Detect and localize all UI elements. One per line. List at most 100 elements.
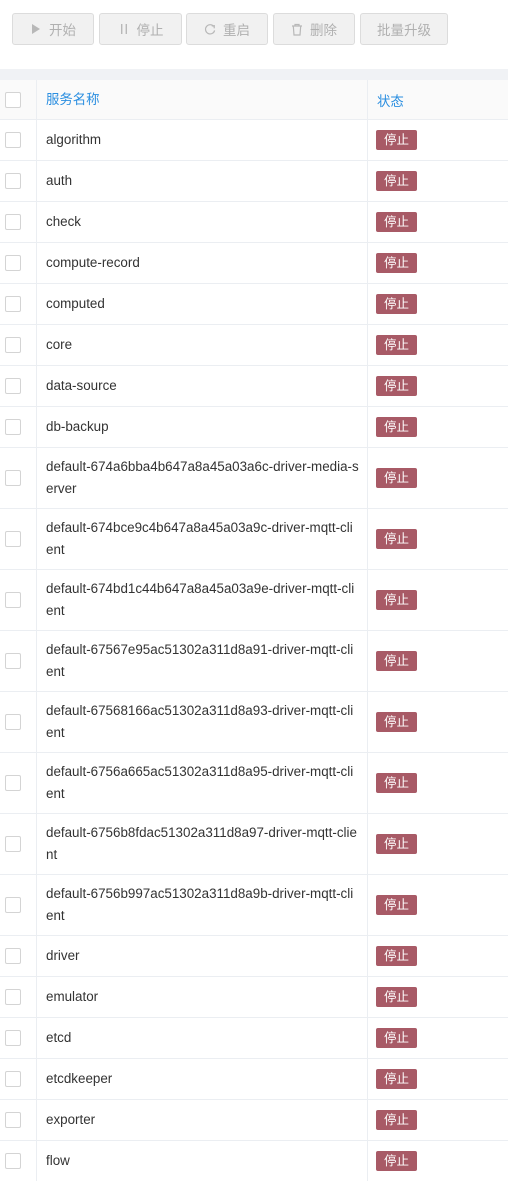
row-checkbox[interactable] xyxy=(5,948,21,964)
table-row[interactable]: default-674bce9c4b647a8a45a03a9c-driver-… xyxy=(0,509,508,570)
row-checkbox[interactable] xyxy=(5,1112,21,1128)
status-cell: 停止 xyxy=(368,161,508,201)
trash-icon xyxy=(291,23,303,36)
row-checkbox-cell xyxy=(0,448,37,508)
row-checkbox[interactable] xyxy=(5,897,21,913)
row-checkbox[interactable] xyxy=(5,470,21,486)
row-checkbox[interactable] xyxy=(5,1030,21,1046)
row-checkbox[interactable] xyxy=(5,836,21,852)
status-cell: 停止 xyxy=(368,1100,508,1140)
status-badge: 停止 xyxy=(376,834,418,854)
status-badge: 停止 xyxy=(376,1151,418,1171)
row-checkbox-cell xyxy=(0,1141,37,1181)
row-checkbox-cell xyxy=(0,284,37,324)
status-badge: 停止 xyxy=(376,1110,418,1130)
row-checkbox[interactable] xyxy=(5,592,21,608)
row-checkbox[interactable] xyxy=(5,419,21,435)
service-name: default-674bd1c44b647a8a45a03a9e-driver-… xyxy=(46,581,355,618)
table-row[interactable]: default-6756a665ac51302a311d8a95-driver-… xyxy=(0,753,508,814)
toolbar: 开始 停止 重启 删除 批量升级 xyxy=(0,0,508,60)
table-header: 服务名称 状态 xyxy=(0,80,508,120)
table-row[interactable]: check 停止 xyxy=(0,202,508,243)
table-row[interactable]: default-6756b8fdac51302a311d8a97-driver-… xyxy=(0,814,508,875)
table-row[interactable]: etcdkeeper 停止 xyxy=(0,1059,508,1100)
status-cell: 停止 xyxy=(368,325,508,365)
table-row[interactable]: etcd 停止 xyxy=(0,1018,508,1059)
row-checkbox[interactable] xyxy=(5,214,21,230)
row-checkbox-cell xyxy=(0,243,37,283)
table-row[interactable]: exporter 停止 xyxy=(0,1100,508,1141)
service-name-cell: default-674bd1c44b647a8a45a03a9e-driver-… xyxy=(37,570,368,630)
row-checkbox[interactable] xyxy=(5,531,21,547)
row-checkbox[interactable] xyxy=(5,296,21,312)
table-row[interactable]: default-674bd1c44b647a8a45a03a9e-driver-… xyxy=(0,570,508,631)
status-badge: 停止 xyxy=(376,590,418,610)
row-checkbox[interactable] xyxy=(5,1153,21,1169)
table-row[interactable]: auth 停止 xyxy=(0,161,508,202)
delete-button[interactable]: 删除 xyxy=(273,13,355,45)
column-header-status[interactable]: 状态 xyxy=(377,90,404,110)
table-row[interactable]: default-67567e95ac51302a311d8a91-driver-… xyxy=(0,631,508,692)
row-checkbox[interactable] xyxy=(5,1071,21,1087)
row-checkbox[interactable] xyxy=(5,132,21,148)
status-cell: 停止 xyxy=(368,1141,508,1181)
status-badge: 停止 xyxy=(376,773,418,793)
table-row[interactable]: core 停止 xyxy=(0,325,508,366)
row-checkbox-cell xyxy=(0,936,37,976)
status-cell: 停止 xyxy=(368,243,508,283)
row-checkbox-cell xyxy=(0,120,37,160)
row-checkbox[interactable] xyxy=(5,714,21,730)
status-badge: 停止 xyxy=(376,417,418,437)
service-name: default-6756b8fdac51302a311d8a97-driver-… xyxy=(46,825,357,862)
service-name: default-67568166ac51302a311d8a93-driver-… xyxy=(46,703,354,740)
service-name: data-source xyxy=(46,378,117,393)
row-checkbox[interactable] xyxy=(5,337,21,353)
row-checkbox-cell xyxy=(0,977,37,1017)
status-badge: 停止 xyxy=(376,130,418,150)
row-checkbox[interactable] xyxy=(5,775,21,791)
service-name-cell: emulator xyxy=(37,977,368,1017)
table-row[interactable]: emulator 停止 xyxy=(0,977,508,1018)
table-row[interactable]: algorithm 停止 xyxy=(0,120,508,161)
row-checkbox[interactable] xyxy=(5,653,21,669)
table-row[interactable]: computed 停止 xyxy=(0,284,508,325)
row-checkbox[interactable] xyxy=(5,989,21,1005)
table-row[interactable]: default-674a6bba4b647a8a45a03a6c-driver-… xyxy=(0,448,508,509)
batch-upgrade-button[interactable]: 批量升级 xyxy=(360,13,448,45)
status-badge: 停止 xyxy=(376,468,418,488)
table-row[interactable]: db-backup 停止 xyxy=(0,407,508,448)
status-cell: 停止 xyxy=(368,977,508,1017)
table-row[interactable]: flow 停止 xyxy=(0,1141,508,1181)
service-name-cell: default-67568166ac51302a311d8a93-driver-… xyxy=(37,692,368,752)
row-checkbox-cell xyxy=(0,161,37,201)
status-cell: 停止 xyxy=(368,448,508,508)
start-button-label: 开始 xyxy=(49,23,76,38)
service-name-cell: default-67567e95ac51302a311d8a91-driver-… xyxy=(37,631,368,691)
service-name: default-674a6bba4b647a8a45a03a6c-driver-… xyxy=(46,459,359,496)
row-checkbox-cell xyxy=(0,814,37,874)
header-checkbox-cell xyxy=(0,80,37,119)
select-all-checkbox[interactable] xyxy=(5,91,21,108)
status-cell: 停止 xyxy=(368,284,508,324)
restart-button[interactable]: 重启 xyxy=(186,13,268,45)
service-name: default-67567e95ac51302a311d8a91-driver-… xyxy=(46,642,354,679)
table-row[interactable]: driver 停止 xyxy=(0,936,508,977)
stop-button-label: 停止 xyxy=(136,23,164,38)
table-row[interactable]: default-67568166ac51302a311d8a93-driver-… xyxy=(0,692,508,753)
status-cell: 停止 xyxy=(368,753,508,813)
row-checkbox[interactable] xyxy=(5,173,21,189)
status-cell: 停止 xyxy=(368,936,508,976)
status-badge: 停止 xyxy=(376,171,418,191)
status-badge: 停止 xyxy=(376,1028,418,1048)
status-badge: 停止 xyxy=(376,895,418,915)
stop-button[interactable]: 停止 xyxy=(99,13,182,45)
service-name-cell: data-source xyxy=(37,366,368,406)
table-row[interactable]: data-source 停止 xyxy=(0,366,508,407)
table-row[interactable]: default-6756b997ac51302a311d8a9b-driver-… xyxy=(0,875,508,936)
table-row[interactable]: compute-record 停止 xyxy=(0,243,508,284)
service-name-cell: compute-record xyxy=(37,243,368,283)
row-checkbox[interactable] xyxy=(5,378,21,394)
column-header-service-name[interactable]: 服务名称 xyxy=(46,89,359,111)
row-checkbox[interactable] xyxy=(5,255,21,271)
start-button[interactable]: 开始 xyxy=(12,13,94,45)
